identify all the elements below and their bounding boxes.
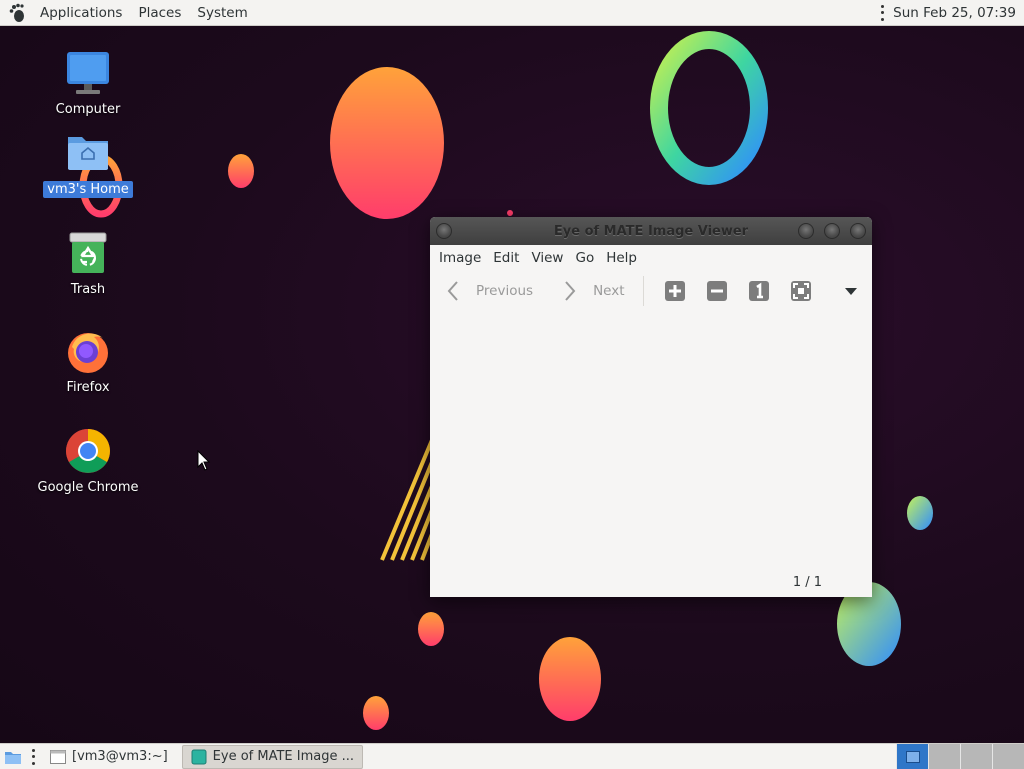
menu-help[interactable]: Help — [600, 250, 643, 266]
chevron-left-icon — [447, 281, 458, 301]
gnome-foot-icon[interactable] — [4, 0, 32, 25]
taskbar-item-label: Eye of MATE Image ... — [212, 749, 355, 764]
desktop-icon-label: Computer — [55, 102, 121, 117]
maximize-button[interactable] — [824, 223, 840, 239]
normal-size-icon — [748, 281, 769, 301]
panel-handle-icon[interactable] — [30, 748, 36, 765]
clock[interactable]: Sun Feb 25, 07:39 — [891, 0, 1018, 25]
home-folder-icon — [64, 129, 112, 177]
show-desktop-button[interactable] — [2, 746, 24, 768]
best-fit-icon — [790, 281, 811, 301]
previous-label: Previous — [476, 283, 534, 299]
zoom-in-button[interactable] — [662, 278, 688, 304]
workspace-switcher — [896, 744, 1024, 769]
toolbar-separator — [642, 276, 644, 306]
best-fit-button[interactable] — [788, 278, 814, 304]
places-menu[interactable]: Places — [130, 0, 189, 25]
workspace-window-thumbnail — [905, 750, 920, 763]
normal-size-button[interactable] — [746, 278, 772, 304]
firefox-icon — [64, 327, 112, 375]
workspace-4[interactable] — [992, 744, 1024, 769]
desktop-icon-label: vm3's Home — [43, 181, 133, 198]
next-button[interactable]: Next — [557, 275, 630, 307]
terminal-window-icon — [50, 749, 66, 764]
desktop-icon-chrome[interactable]: Google Chrome — [33, 427, 143, 496]
next-label: Next — [593, 283, 625, 299]
dropdown-arrow-icon — [844, 288, 857, 295]
computer-icon — [64, 49, 112, 97]
show-desktop-icon — [5, 751, 21, 764]
taskbar-item-image-viewer[interactable]: Eye of MATE Image ... — [181, 744, 364, 769]
mouse-cursor-icon — [197, 450, 211, 471]
taskbar-item-terminal[interactable]: [vm3@vm3:~] — [42, 746, 176, 768]
panel-handle-icon[interactable] — [879, 4, 885, 21]
chrome-icon — [64, 427, 112, 475]
menu-view[interactable]: View — [525, 250, 569, 266]
image-viewer-icon — [191, 749, 207, 764]
close-button[interactable] — [850, 223, 866, 239]
desktop-icon-firefox[interactable]: Firefox — [33, 327, 143, 396]
applications-menu[interactable]: Applications — [32, 0, 130, 25]
statusbar: 1 / 1 — [430, 567, 872, 597]
image-count: 1 / 1 — [792, 574, 822, 590]
image-viewer-window[interactable]: Eye of MATE Image Viewer Image Edit View… — [430, 217, 872, 597]
window-title: Eye of MATE Image Viewer — [553, 223, 749, 239]
window-titlebar[interactable]: Eye of MATE Image Viewer — [430, 217, 872, 245]
workspace-3[interactable] — [960, 744, 992, 769]
minimize-button[interactable] — [798, 223, 814, 239]
workspace-2[interactable] — [928, 744, 960, 769]
desktop-icon-label: Trash — [70, 282, 106, 297]
bottom-panel: [vm3@vm3:~] Eye of MATE Image ... — [0, 743, 1024, 769]
toolbar: Previous Next — [430, 271, 872, 311]
window-menu-button[interactable] — [436, 223, 452, 239]
desktop-icon-trash[interactable]: Trash — [33, 229, 143, 298]
menu-image[interactable]: Image — [433, 250, 487, 266]
desktop-icon-label: Firefox — [66, 380, 110, 395]
previous-button[interactable]: Previous — [440, 275, 539, 307]
trash-icon — [64, 229, 112, 277]
toolbar-overflow-button[interactable] — [838, 278, 864, 304]
desktop-icon-computer[interactable]: Computer — [33, 49, 143, 118]
menubar: Image Edit View Go Help — [430, 245, 872, 271]
zoom-out-button[interactable] — [704, 278, 730, 304]
system-menu[interactable]: System — [189, 0, 255, 25]
menu-edit[interactable]: Edit — [487, 250, 525, 266]
taskbar-item-label: [vm3@vm3:~] — [72, 749, 168, 764]
desktop-icon-label: Google Chrome — [37, 480, 139, 495]
top-panel: Applications Places System Sun Feb 25, 0… — [0, 0, 1024, 26]
menu-go[interactable]: Go — [569, 250, 600, 266]
zoom-in-icon — [664, 281, 685, 301]
image-display-area[interactable] — [430, 311, 872, 567]
chevron-right-icon — [565, 281, 576, 301]
desktop-icon-home[interactable]: vm3's Home — [33, 129, 143, 198]
workspace-1[interactable] — [896, 744, 928, 769]
zoom-out-icon — [706, 281, 727, 301]
